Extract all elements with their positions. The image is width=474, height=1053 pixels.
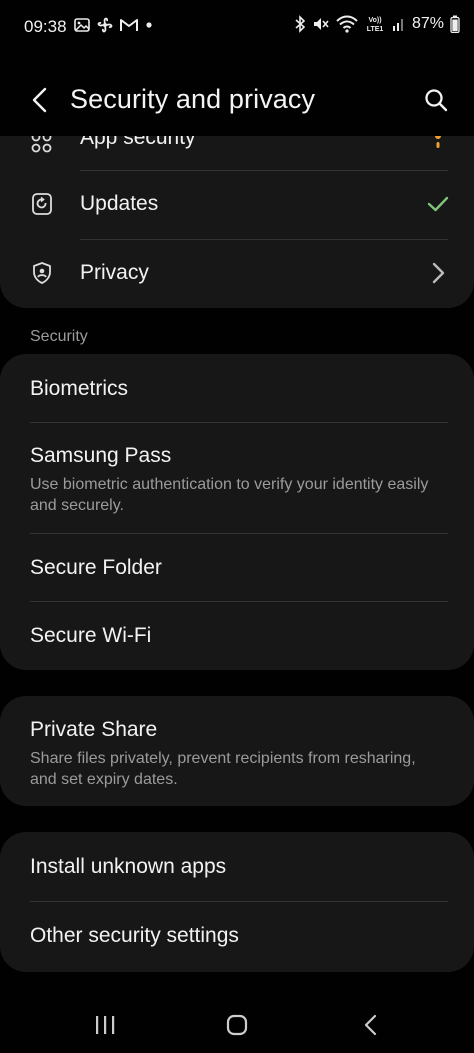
gmail-icon <box>120 18 138 32</box>
list-item-label: Install unknown apps <box>30 855 227 878</box>
list-item-label: Biometrics <box>30 377 129 400</box>
recents-button[interactable] <box>85 1010 125 1040</box>
status-left-icons <box>74 16 154 34</box>
list-item-other-security-settings[interactable]: Other security settings <box>0 901 474 972</box>
list-item-label: Other security settings <box>30 924 239 947</box>
list-item-label: Secure Folder <box>30 556 162 579</box>
battery-icon <box>450 15 460 33</box>
status-bar: 09:38 Vo)) LTE1 87% <box>0 0 474 56</box>
status-time: 09:38 <box>24 17 67 36</box>
status-right-icons: Vo)) LTE1 87% <box>294 15 460 33</box>
fan-icon <box>96 16 114 34</box>
notification-dot-icon <box>144 20 154 30</box>
card-other: Install unknown apps Other security sett… <box>0 832 474 972</box>
gallery-icon <box>74 18 90 32</box>
list-item-secure-wifi[interactable]: Secure Wi-Fi <box>0 601 474 670</box>
back-button[interactable] <box>22 82 58 118</box>
nav-back-icon <box>364 1014 377 1036</box>
card-app-security-group: App security Updates Privacy <box>0 136 474 308</box>
search-icon <box>425 89 448 112</box>
home-button[interactable] <box>217 1010 257 1040</box>
check-icon <box>426 192 450 216</box>
list-item-label: Updates <box>80 192 159 215</box>
bluetooth-icon <box>294 15 306 33</box>
svg-text:LTE1: LTE1 <box>367 26 384 33</box>
search-button[interactable] <box>418 82 454 118</box>
list-item-label: Private Share <box>30 718 158 741</box>
mute-icon <box>312 15 330 33</box>
signal-icon <box>392 16 406 32</box>
update-icon <box>30 192 54 216</box>
warning-dot-icon <box>426 136 450 155</box>
list-item-label: App security <box>80 136 196 149</box>
list-item-privacy[interactable]: Privacy <box>0 239 474 308</box>
app-security-icon <box>30 136 54 155</box>
navigation-bar <box>0 1000 474 1053</box>
card-private-share: Private Share Share files privately, pre… <box>0 696 474 806</box>
list-item-samsung-pass[interactable]: Samsung Pass Use biometric authenticatio… <box>0 422 474 533</box>
settings-list[interactable]: App security Updates Privacy Security Bi… <box>0 136 474 1000</box>
section-header-security: Security <box>30 328 88 345</box>
list-item-install-unknown-apps[interactable]: Install unknown apps <box>0 832 474 901</box>
list-item-updates[interactable]: Updates <box>0 170 474 239</box>
chevron-right-icon <box>426 261 450 285</box>
list-item-biometrics[interactable]: Biometrics <box>0 354 474 422</box>
list-item-app-security[interactable]: App security <box>0 136 474 170</box>
list-item-private-share[interactable]: Private Share Share files privately, pre… <box>0 696 474 806</box>
app-header: Security and privacy <box>0 72 474 128</box>
list-item-label: Secure Wi-Fi <box>30 624 152 647</box>
list-item-secure-folder[interactable]: Secure Folder <box>0 533 474 601</box>
list-item-sublabel: Use biometric authentication to verify y… <box>30 476 429 514</box>
volte-icon: Vo)) LTE1 <box>364 15 386 33</box>
list-item-label: Samsung Pass <box>30 444 172 467</box>
nav-back-button[interactable] <box>351 1010 391 1040</box>
recents-icon <box>96 1016 115 1034</box>
chevron-left-icon <box>32 87 47 113</box>
battery-percent: 87% <box>411 15 444 32</box>
list-item-label: Privacy <box>80 261 149 284</box>
home-icon <box>226 1014 248 1036</box>
page-title: Security and privacy <box>70 84 316 114</box>
svg-text:Vo)): Vo)) <box>368 17 381 24</box>
wifi-icon <box>336 15 358 33</box>
shield-person-icon <box>30 261 54 285</box>
card-security: Biometrics Samsung Pass Use biometric au… <box>0 354 474 670</box>
list-item-sublabel: Share files privately, prevent recipient… <box>30 750 416 788</box>
